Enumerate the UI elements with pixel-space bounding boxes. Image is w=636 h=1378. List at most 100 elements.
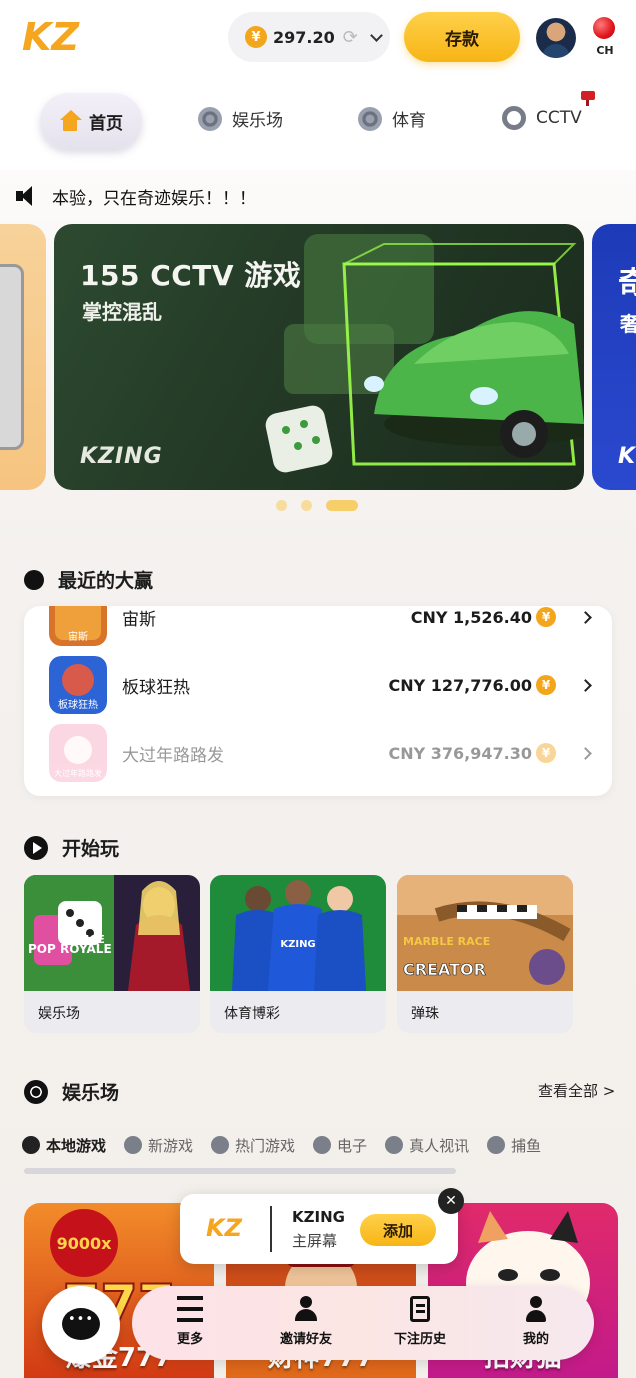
chevron-right-icon: [579, 746, 592, 760]
svg-text:宙斯: 宙斯: [68, 630, 88, 643]
tab-new-games[interactable]: 新游戏: [124, 1135, 193, 1156]
play-card-sports[interactable]: KZING 体育博彩: [210, 875, 386, 1033]
language-flag-icon[interactable]: [593, 17, 615, 39]
bottom-nav-invite[interactable]: 邀请好友: [256, 1296, 356, 1347]
chat-button[interactable]: [42, 1286, 120, 1364]
banner-prev-slide[interactable]: [0, 224, 46, 490]
banner-next-brand: K: [618, 444, 636, 469]
add-button[interactable]: 添加: [360, 1214, 436, 1246]
tab-home-label: 首页: [89, 113, 123, 134]
tab-sports-label: 体育: [392, 111, 426, 131]
banner-next-subtitle: 奢: [620, 312, 636, 336]
bottom-nav: 更多 邀请好友 下注历史 我的: [132, 1286, 594, 1360]
win-amount: CNY 127,776.00: [388, 675, 532, 695]
list-item[interactable]: 板球狂热 板球狂热 CNY 127,776.00 ¥: [24, 652, 612, 718]
tab-cctv[interactable]: CCTV: [502, 106, 582, 130]
svg-text:DICE: DICE: [76, 933, 105, 946]
chevron-right-icon: [579, 678, 592, 692]
play-card-casino[interactable]: POP ROYALE DICE 娱乐场: [24, 875, 200, 1033]
globe-icon: [22, 1136, 40, 1154]
avatar[interactable]: [536, 18, 576, 58]
tab-sports[interactable]: 体育: [358, 106, 426, 131]
play-card-label: 弹珠: [411, 1006, 439, 1022]
play-card-label: 体育博彩: [224, 1006, 280, 1022]
banner-next-title: 奇: [618, 266, 636, 301]
popup-title: KZING: [292, 1208, 345, 1226]
big-wins-list: 宙斯 宙斯 CNY 1,526.40 ¥ 板球狂热 板球狂热 CNY 127,7…: [24, 606, 612, 796]
big-wins-header: 最近的大赢: [24, 566, 153, 593]
tab-hot-games[interactable]: 热门游戏: [211, 1135, 295, 1156]
category-label: 热门游戏: [235, 1136, 296, 1155]
kz-logo[interactable]: KZ: [22, 16, 94, 56]
list-item[interactable]: 宙斯 宙斯 CNY 1,526.40 ¥: [24, 606, 612, 650]
announcement-marquee[interactable]: 本验，只在奇迹娱乐！！！: [0, 170, 636, 222]
deposit-button[interactable]: 存款: [404, 12, 520, 62]
svg-text:板球狂热: 板球狂热: [58, 698, 98, 711]
category-label: 真人视讯: [409, 1136, 470, 1155]
casino-chip-icon: [24, 1079, 48, 1104]
top-bar: KZ ¥ 297.20 ⟳ 存款 CH: [0, 0, 636, 78]
chat-bubble-icon: [62, 1308, 100, 1340]
menu-icon: [177, 1296, 203, 1322]
category-scrollbar[interactable]: [24, 1168, 456, 1174]
banner-brand: KZING: [80, 444, 163, 469]
bottom-nav-label: 我的: [522, 1332, 549, 1347]
bottom-nav-label: 邀请好友: [279, 1332, 332, 1347]
banner-next-slide[interactable]: 奇 奢 K: [592, 224, 636, 490]
casino-category-tabs: 本地游戏 新游戏 热门游戏 电子 真人视讯 捕鱼: [22, 1130, 636, 1160]
bottom-nav-more[interactable]: 更多: [140, 1296, 240, 1347]
bottom-nav-profile[interactable]: 我的: [486, 1296, 586, 1347]
svg-text:CREATOR: CREATOR: [403, 960, 486, 979]
play-card-label: 娱乐场: [38, 1006, 80, 1022]
main-nav: 首页 娱乐场 体育 CCTV: [0, 78, 636, 170]
close-icon[interactable]: ✕: [438, 1188, 464, 1214]
invite-users-icon: [293, 1296, 319, 1322]
game-thumbnail: 板球狂热: [49, 656, 107, 714]
win-amount: CNY 1,526.40: [410, 607, 532, 627]
big-wins-title: 最近的大赢: [58, 570, 154, 592]
tab-local-games[interactable]: 本地游戏: [22, 1135, 106, 1156]
popup-subtitle: 主屏幕: [292, 1232, 338, 1250]
language-label[interactable]: CH: [592, 44, 618, 57]
view-all-link[interactable]: 查看全部 >: [538, 1080, 615, 1101]
carousel-dot[interactable]: [301, 500, 312, 511]
game-thumbnail: 大过年路路发: [49, 724, 107, 782]
currency-coin-icon: ¥: [245, 26, 267, 48]
svg-text:MARBLE RACE: MARBLE RACE: [403, 935, 490, 948]
casino-chip-icon: [198, 106, 222, 131]
carousel-dot[interactable]: [276, 500, 287, 511]
casino-title: 娱乐场: [62, 1082, 120, 1104]
chevron-down-icon[interactable]: [369, 28, 383, 42]
sports-ball-icon: [358, 106, 382, 131]
category-label: 捕鱼: [511, 1136, 542, 1155]
cctv-camera-icon: [502, 106, 526, 130]
bottom-nav-bet-history[interactable]: 下注历史: [370, 1296, 470, 1347]
tab-fishing[interactable]: 捕鱼: [487, 1135, 541, 1156]
refresh-icon[interactable]: ⟳: [343, 27, 358, 48]
sports-card-art: KZING: [210, 875, 386, 991]
currency-coin-icon: ¥: [536, 743, 556, 763]
svg-text:KZ: KZ: [22, 16, 80, 56]
start-play-header: 开始玩: [24, 834, 119, 861]
tab-casino[interactable]: 娱乐场: [198, 106, 283, 131]
currency-coin-icon: ¥: [536, 607, 556, 627]
win-game-name: 大过年路路发: [122, 745, 224, 766]
tab-home[interactable]: 首页: [40, 93, 142, 149]
carousel-dot-active[interactable]: [326, 500, 358, 511]
game-thumbnail: 宙斯: [49, 606, 107, 646]
category-label: 本地游戏: [46, 1136, 107, 1155]
banner-title: 155 CCTV 游戏: [80, 259, 302, 292]
list-item[interactable]: 大过年路路发 大过年路路发 CNY 376,947.30 ¥: [24, 720, 612, 786]
casino-header: 娱乐场: [24, 1078, 119, 1105]
banner-slide[interactable]: 155 CCTV 游戏 掌控混乱 KZING: [54, 224, 584, 490]
balance-pill[interactable]: ¥ 297.20 ⟳: [228, 12, 390, 62]
win-game-name: 宙斯: [122, 609, 156, 630]
balance-value: 297.20: [273, 27, 335, 47]
bottom-nav-label: 下注历史: [393, 1332, 446, 1347]
tab-slots[interactable]: 电子: [313, 1135, 367, 1156]
banner-subtitle: 掌控混乱: [82, 300, 162, 324]
divider: [270, 1206, 272, 1252]
play-card-marble[interactable]: MARBLE RACE CREATOR 弹珠: [397, 875, 573, 1033]
tab-live-casino[interactable]: 真人视讯: [385, 1135, 469, 1156]
bullet-icon: [24, 569, 44, 590]
